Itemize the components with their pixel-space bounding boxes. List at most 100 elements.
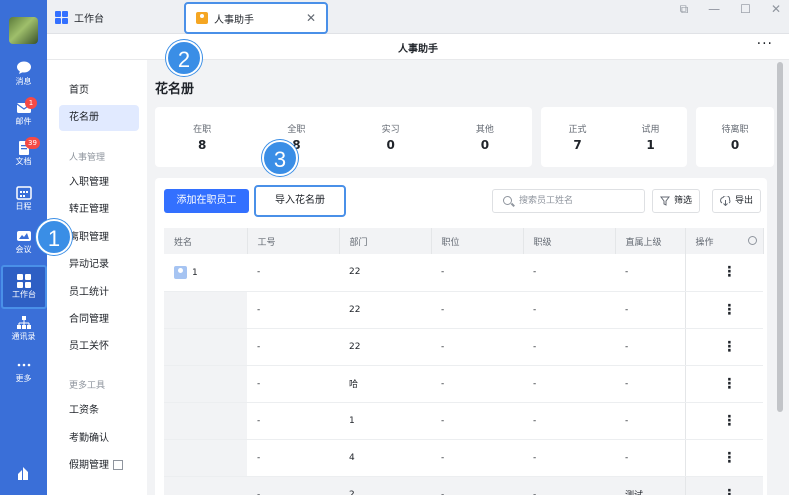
workbench-grid-icon (17, 274, 31, 288)
column-header-manager[interactable]: 直属上级 (615, 228, 686, 254)
nav-item-employee-care[interactable]: 员工关怀 (59, 334, 139, 360)
scrollbar-thumb[interactable] (777, 62, 783, 412)
nav-item-leave-management[interactable]: 假期管理 (59, 453, 139, 479)
cell-name[interactable] (164, 328, 247, 366)
row-actions-icon[interactable]: ⋮ (684, 328, 763, 366)
rail-item-calendar[interactable]: 日程 (0, 182, 47, 222)
rail-item-mail[interactable]: 1 邮件 (0, 97, 47, 137)
nav-group-more-tools: 更多工具 (69, 381, 106, 391)
stat-label: 在职 (193, 125, 212, 135)
stat-on-duty[interactable]: 在职 8 (155, 107, 249, 167)
stat-regular[interactable]: 正式 7 (541, 107, 614, 167)
table-row[interactable]: - 1 - - - ⋮ (164, 402, 763, 440)
export-button[interactable]: 导出 (712, 189, 762, 213)
cell-position: - (431, 254, 523, 292)
cell-position: - (431, 291, 523, 329)
tab-workbench[interactable]: 工作台 (55, 8, 104, 26)
rail-item-contacts[interactable]: 通讯录 (0, 312, 47, 352)
scrollbar[interactable] (776, 60, 784, 440)
row-actions-icon[interactable]: ⋮ (684, 365, 763, 403)
add-employee-button[interactable]: 添加在职员工 (164, 189, 249, 213)
search-input[interactable]: 搜索员工姓名 (492, 189, 645, 213)
stat-value: 0 (480, 138, 490, 152)
title-bar: 工作台 人事助手 ✕ ⧉ — ☐ ✕ (47, 0, 789, 34)
cell-level: - (523, 365, 615, 403)
column-header-id[interactable]: 工号 (247, 228, 340, 254)
column-settings-icon[interactable] (747, 235, 757, 245)
nav-group-hr-management: 人事管理 (69, 153, 106, 163)
filter-button[interactable]: 筛选 (652, 189, 701, 213)
nav-item-transfer-records[interactable]: 异动记录 (59, 252, 139, 278)
stat-pending-leave[interactable]: 待离职 0 (696, 107, 774, 167)
nav-item-onboarding[interactable]: 入职管理 (59, 170, 139, 196)
nav-item-payslip[interactable]: 工资条 (59, 398, 139, 424)
workbench-grid-icon (55, 10, 68, 24)
rail-item-docs[interactable]: 39 文档 (0, 137, 47, 177)
table-row[interactable]: - 哈 - - - ⋮ (164, 365, 763, 403)
stat-value: 7 (573, 138, 582, 152)
cell-dept: 2 (339, 476, 431, 495)
stat-value: 8 (197, 138, 207, 152)
stat-probation[interactable]: 试用 1 (614, 107, 687, 167)
table-row[interactable]: - 22 - - - ⋮ (164, 291, 763, 329)
window-close-icon[interactable]: ✕ (771, 2, 781, 17)
rail-item-workbench[interactable]: 工作台 (1, 265, 47, 309)
nav-item-regularization[interactable]: 转正管理 (59, 197, 139, 223)
maximize-icon[interactable]: ☐ (740, 2, 751, 17)
cell-level: - (523, 254, 615, 292)
cell-manager: 测试 (615, 476, 685, 495)
cell-name[interactable] (164, 439, 247, 477)
row-actions-icon[interactable]: ⋮ (684, 476, 763, 495)
export-label: 导出 (735, 196, 754, 206)
cell-name[interactable] (164, 291, 247, 329)
column-header-position[interactable]: 职位 (431, 228, 524, 254)
cell-name[interactable]: 1 (164, 254, 247, 292)
more-options-icon[interactable]: ··· (757, 36, 773, 52)
more-dots-icon (17, 363, 30, 367)
rail-label: 邮件 (15, 117, 32, 126)
stats-card-leaving: 待离职 0 (696, 107, 774, 167)
stat-other[interactable]: 其他 0 (438, 107, 532, 167)
stats-card-employment: 在职 8 全职 8 实习 0 其他 0 (155, 107, 532, 167)
row-actions-icon[interactable]: ⋮ (684, 291, 763, 329)
minimize-icon[interactable]: — (708, 2, 720, 17)
rail-label: 更多 (15, 374, 32, 383)
nav-item-home[interactable]: 首页 (59, 78, 139, 104)
table-row[interactable]: 1 - 22 - - - ⋮ (164, 254, 763, 292)
column-header-level[interactable]: 职级 (523, 228, 616, 254)
filter-icon (660, 196, 670, 206)
stat-intern[interactable]: 实习 0 (344, 107, 438, 167)
cell-id: - (247, 365, 339, 403)
row-actions-icon[interactable]: ⋮ (684, 439, 763, 477)
table-row[interactable]: - 2 - - 测试 ⋮ (164, 476, 763, 495)
column-header-dept[interactable]: 部门 (339, 228, 432, 254)
avatar[interactable] (9, 17, 38, 44)
table-row[interactable]: - 22 - - - ⋮ (164, 328, 763, 366)
nav-item-roster[interactable]: 花名册 (59, 105, 139, 131)
table-row[interactable]: - 4 - - - ⋮ (164, 439, 763, 477)
cell-manager: - (615, 291, 685, 329)
nav-item-attendance-confirm[interactable]: 考勤确认 (59, 426, 139, 452)
nav-item-employee-stats[interactable]: 员工统计 (59, 280, 139, 306)
cell-name[interactable] (164, 402, 247, 440)
import-roster-button[interactable]: 导入花名册 (254, 185, 346, 217)
cell-name[interactable] (164, 476, 247, 495)
column-header-name[interactable]: 姓名 (164, 228, 248, 254)
popout-icon[interactable]: ⧉ (680, 2, 689, 17)
rail-label: 日程 (15, 202, 32, 211)
cell-manager: - (615, 365, 685, 403)
rail-item-more[interactable]: 更多 (0, 354, 47, 394)
step-callout-1: 1 (36, 219, 72, 255)
cell-name[interactable] (164, 365, 247, 403)
row-actions-icon[interactable]: ⋮ (684, 402, 763, 440)
page-header: 人事助手 ··· (47, 34, 789, 60)
cell-id: - (247, 291, 339, 329)
row-actions-icon[interactable]: ⋮ (684, 254, 763, 292)
nav-item-contracts[interactable]: 合同管理 (59, 307, 139, 333)
cell-dept: 哈 (339, 365, 431, 403)
tab-hr-assistant[interactable]: 人事助手 ✕ (184, 2, 328, 34)
rail-item-messages[interactable]: 消息 (0, 57, 47, 97)
close-icon[interactable]: ✕ (306, 11, 316, 25)
cell-manager: - (615, 402, 685, 440)
app-logo-icon[interactable] (16, 465, 32, 481)
